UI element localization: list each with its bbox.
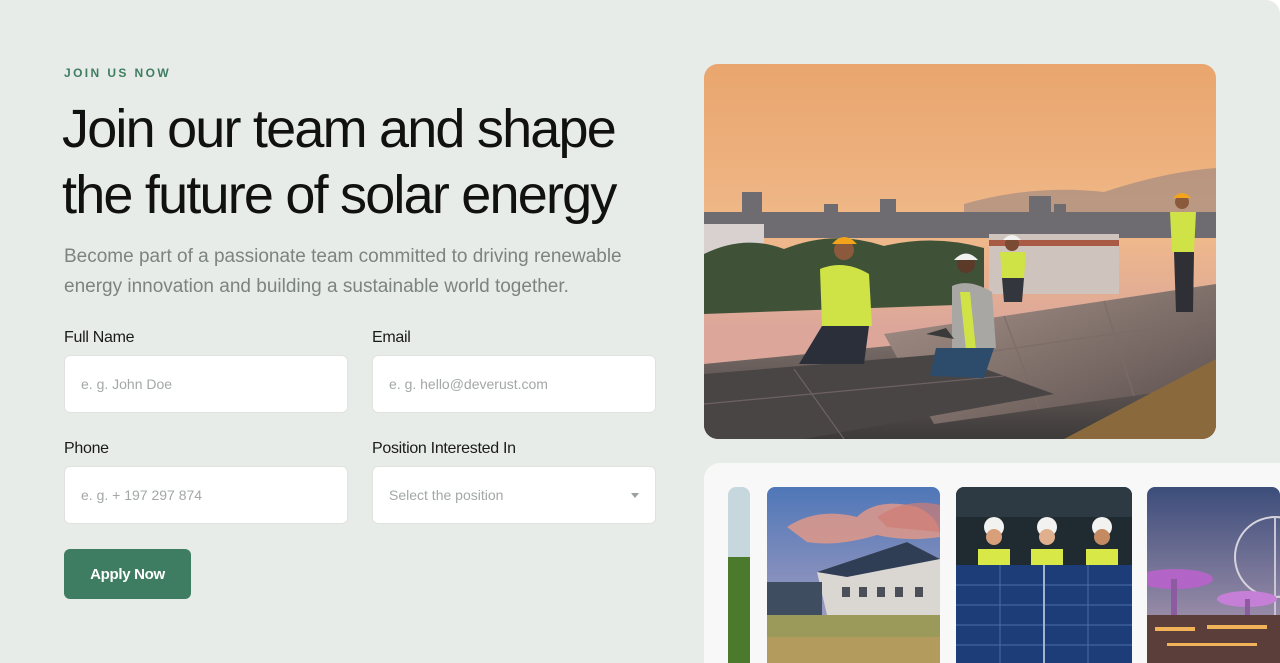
- headline-line-1: Join our team and shape: [62, 99, 617, 159]
- position-placeholder: Select the position: [389, 487, 504, 503]
- gallery-thumb-team[interactable]: [956, 487, 1132, 663]
- full-name-label: Full Name: [64, 329, 135, 346]
- phone-field[interactable]: e. g. + 197 297 874: [64, 466, 348, 524]
- apply-now-button[interactable]: Apply Now: [64, 549, 191, 599]
- hero-image: [704, 64, 1216, 439]
- position-select[interactable]: Select the position: [372, 466, 656, 524]
- phone-label: Phone: [64, 440, 109, 457]
- gallery-thumb-field[interactable]: [728, 487, 750, 663]
- chevron-down-icon: [631, 492, 639, 498]
- position-label: Position Interested In: [372, 440, 516, 457]
- page-subtitle: Become part of a passionate team committ…: [64, 246, 622, 297]
- phone-placeholder: e. g. + 197 297 874: [81, 487, 203, 503]
- eyebrow-text: JOIN US NOW: [64, 66, 172, 80]
- page-title: Join our team and shape the future of so…: [62, 96, 662, 228]
- full-name-field[interactable]: e. g. John Doe: [64, 355, 348, 413]
- email-placeholder: e. g. hello@deverust.com: [389, 376, 548, 392]
- gallery-thumb-city[interactable]: [1147, 487, 1280, 663]
- headline-line-2: the future of solar energy: [62, 165, 617, 225]
- email-label: Email: [372, 329, 411, 346]
- full-name-placeholder: e. g. John Doe: [81, 376, 173, 392]
- page: JOIN US NOW Join our team and shape the …: [0, 0, 1280, 663]
- gallery-thumb-house[interactable]: [767, 487, 940, 663]
- email-field[interactable]: e. g. hello@deverust.com: [372, 355, 656, 413]
